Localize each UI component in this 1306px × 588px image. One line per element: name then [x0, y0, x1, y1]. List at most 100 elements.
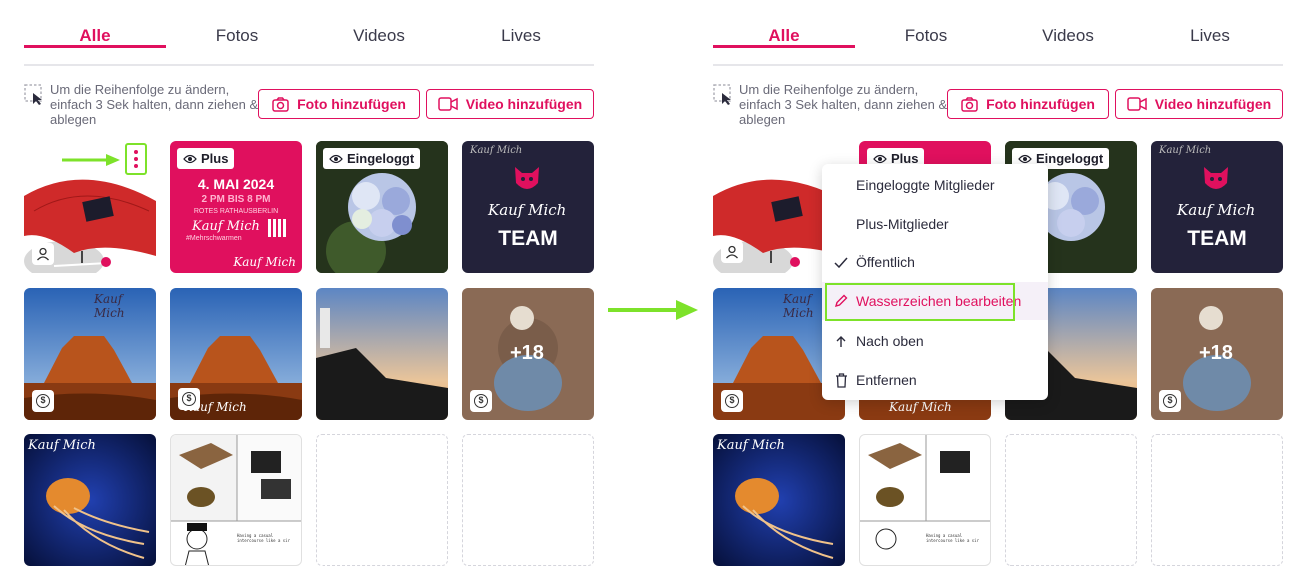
check-icon [830, 257, 852, 268]
tile-context-menu: Eingeloggte Mitglieder Plus-Mitglieder Ö… [822, 164, 1048, 400]
menu-item-label: Nach oben [856, 333, 924, 349]
visibility-members-badge [32, 243, 54, 265]
add-photo-button[interactable]: Foto hinzufügen [258, 89, 420, 119]
kebab-dot [134, 164, 138, 168]
empty-slot[interactable] [462, 434, 594, 566]
plus-badge: Plus [177, 148, 235, 169]
adult-content-label: +18 [1199, 342, 1233, 364]
tab-bar: Alle Fotos Videos Lives [24, 0, 594, 66]
menu-item-label: Plus-Mitglieder [856, 216, 949, 232]
empty-slot[interactable] [1151, 434, 1283, 566]
drag-reorder-icon [24, 84, 42, 105]
logged-in-badge: Eingeloggt [323, 148, 421, 169]
media-tile-desert-2[interactable]: Kauf Mich $ [170, 288, 302, 420]
media-tile-adult[interactable]: +18 $ [462, 288, 594, 420]
add-video-button[interactable]: Video hinzufügen [1115, 89, 1283, 119]
coin-icon: $ [182, 392, 196, 406]
tab-all[interactable]: Alle [713, 26, 855, 48]
empty-slot[interactable] [1005, 434, 1137, 566]
jellyfish-image [24, 434, 156, 566]
video-camera-icon [438, 97, 458, 111]
media-tile-collage[interactable]: Having a casual intercourse like a sir [170, 434, 302, 566]
kebab-dot [134, 157, 138, 161]
tab-photos[interactable]: Fotos [166, 26, 308, 46]
event-venue: ROTES RATHAUSBERLIN [193, 208, 279, 215]
coin-icon: $ [36, 394, 50, 408]
media-tile-lighthouse[interactable] [316, 288, 448, 420]
watermark: Kauf Mich [717, 438, 785, 453]
watermark: Kauf Mich [94, 292, 125, 320]
media-panel-before: Alle Fotos Videos Lives Um die Reihenfol… [24, 0, 594, 588]
tab-all[interactable]: Alle [24, 26, 166, 48]
add-video-button[interactable]: Video hinzufügen [426, 89, 594, 119]
watermark: Kauf Mich [1159, 145, 1212, 156]
watermark: Kauf Mich [233, 255, 296, 269]
trash-icon [830, 372, 852, 388]
logged-in-badge-label: Eingeloggt [1036, 151, 1104, 166]
kebab-dot [134, 150, 138, 154]
media-tile-jellyfish[interactable]: Kauf Mich [713, 434, 845, 566]
menu-item-remove[interactable]: Entfernen [822, 361, 1048, 399]
tab-videos[interactable]: Videos [308, 26, 450, 46]
menu-item-plus-members[interactable]: Plus-Mitglieder [822, 205, 1048, 243]
add-photo-button[interactable]: Foto hinzufügen [947, 89, 1109, 119]
menu-item-move-up[interactable]: Nach oben [822, 322, 1048, 360]
menu-item-label: Öffentlich [856, 254, 915, 270]
tab-lives[interactable]: Lives [1139, 26, 1281, 46]
meme-caption: Having a casual intercourse like a sir [237, 533, 290, 543]
camera-icon [961, 96, 978, 112]
coin-icon: $ [474, 394, 488, 408]
reorder-hint-text: Um die Reihenfolge zu ändern, einfach 3 … [50, 82, 259, 127]
menu-item-public[interactable]: Öffentlich [822, 243, 1048, 281]
tab-active-underline [713, 45, 855, 48]
coin-icon: $ [725, 394, 739, 408]
collage-image [171, 435, 301, 565]
media-tile-team[interactable]: Kauf Mich Kauf Mich TEAM [462, 141, 594, 273]
media-tile-team[interactable]: Kauf Mich Kauf Mich TEAM [1151, 141, 1283, 273]
more-options-button[interactable] [125, 143, 147, 175]
tab-active-underline [24, 45, 166, 48]
watermark: Kauf Mich [889, 400, 952, 414]
menu-item-label: Entfernen [856, 372, 917, 388]
tab-lives[interactable]: Lives [450, 26, 592, 46]
paid-badge: $ [1159, 390, 1181, 412]
brand-logo-text: Kauf Mich [1177, 201, 1256, 219]
team-text: TEAM [498, 227, 558, 250]
add-photo-label: Foto hinzufügen [297, 96, 406, 112]
menu-item-logged-in-members[interactable]: Eingeloggte Mitglieder [822, 166, 1048, 204]
eye-icon [329, 154, 343, 163]
eye-icon [1018, 154, 1032, 163]
tab-videos[interactable]: Videos [997, 26, 1139, 46]
empty-slot[interactable] [316, 434, 448, 566]
media-tile-collage[interactable]: Having a casual intercourse like a sir [859, 434, 991, 566]
reorder-hint: Um die Reihenfolge zu ändern, einfach 3 … [24, 82, 258, 128]
camera-icon [272, 96, 289, 112]
add-video-label: Video hinzufügen [465, 96, 583, 112]
watermark: Kauf Mich [470, 145, 523, 156]
plus-badge-label: Plus [201, 151, 229, 166]
event-hashtag: #Mehrschwarmen [186, 235, 242, 242]
adult-content-label: +18 [510, 342, 544, 364]
meme-caption: Having a casual intercourse like a sir [926, 533, 979, 543]
paid-badge: $ [721, 390, 743, 412]
add-photo-label: Foto hinzufügen [986, 96, 1095, 112]
media-tile-desert-1[interactable]: Kauf Mich $ [24, 288, 156, 420]
media-tile-hydrangea[interactable]: Eingeloggt [316, 141, 448, 273]
watermark: Kauf Mich [28, 438, 96, 453]
cat-logo-icon [515, 167, 539, 189]
menu-item-label: Eingeloggte Mitglieder [856, 177, 995, 193]
coin-icon: $ [1163, 394, 1177, 408]
event-date: 4. MAI 2024 [197, 176, 275, 192]
media-tile-adult[interactable]: +18 $ [1151, 288, 1283, 420]
paid-badge: $ [470, 390, 492, 412]
eye-icon [183, 154, 197, 163]
event-logo-text: Kauf Mich [192, 219, 260, 234]
eye-icon [873, 154, 887, 163]
jellyfish-image [713, 434, 845, 566]
media-tile-jellyfish[interactable]: Kauf Mich [24, 434, 156, 566]
tab-photos[interactable]: Fotos [855, 26, 997, 46]
transition-arrow-icon [608, 300, 698, 320]
media-tile-event[interactable]: Plus 4. MAI 2024 2 PM BIS 8 PM ROTES RAT… [170, 141, 302, 273]
paid-badge: $ [32, 390, 54, 412]
person-icon [726, 245, 738, 259]
